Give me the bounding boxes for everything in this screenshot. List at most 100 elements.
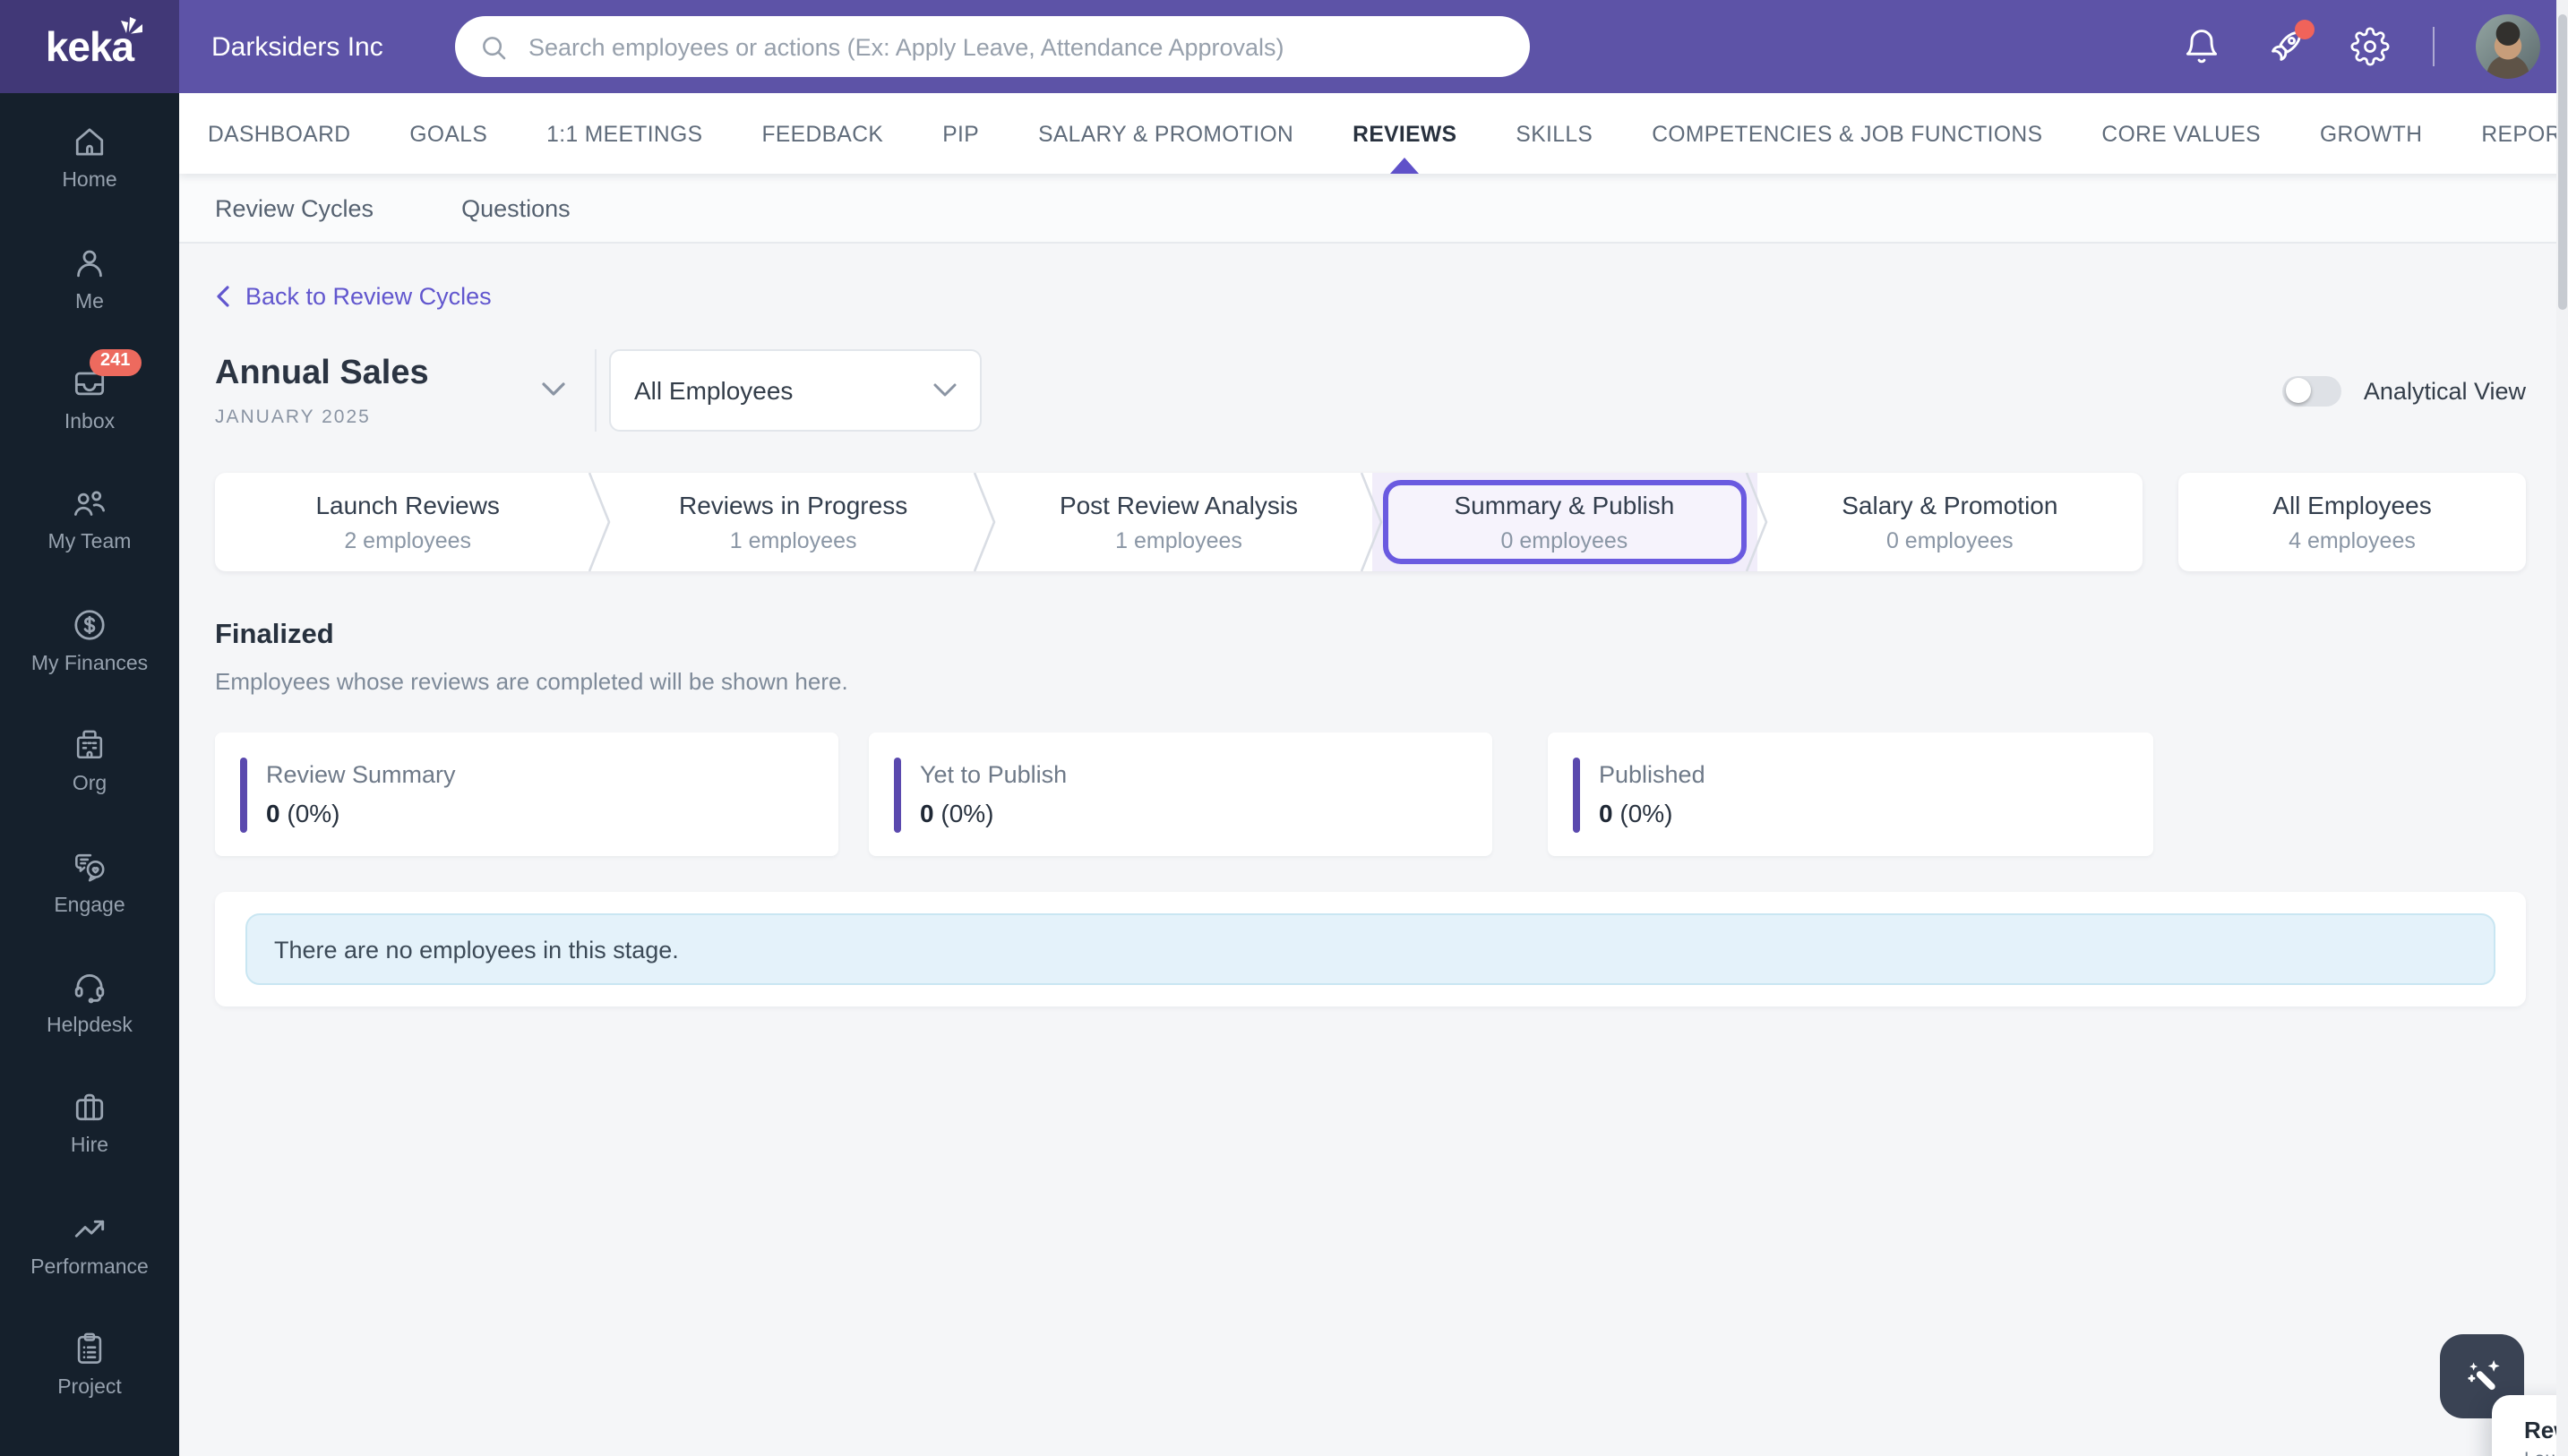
sidebar-item-label: Inbox (64, 411, 116, 433)
cycle-header: Annual Sales JANUARY 2025 All Employees (215, 349, 2526, 432)
step-all-employees[interactable]: All Employees 4 employees (2178, 473, 2526, 571)
sidebar-item-my-finances[interactable]: My Finances (0, 579, 179, 700)
top-bar: keka Darksiders Inc (0, 0, 2568, 93)
cycle-selector[interactable]: Annual Sales JANUARY 2025 (215, 354, 595, 427)
section-description: Employees whose reviews are completed wi… (215, 668, 848, 695)
stat-label: Published (1599, 761, 1705, 788)
sidebar-item-home[interactable]: Home (0, 97, 179, 218)
sidebar-item-performance[interactable]: Performance (0, 1183, 179, 1304)
cycle-name: Annual Sales (215, 354, 429, 391)
global-search[interactable] (455, 16, 1530, 77)
sidebar-item-label: Project (57, 1377, 122, 1400)
analytical-view-label: Analytical View (2363, 377, 2526, 404)
sidebar-item-label: Org (72, 774, 107, 796)
stat-card-published: Published 0 (0%) (1548, 732, 2153, 856)
settings-gear-icon[interactable] (2348, 25, 2391, 68)
step-title: Summary & Publish (1454, 491, 1675, 519)
user-avatar[interactable] (2475, 14, 2539, 79)
chat-icon (70, 846, 109, 886)
tab-1-1-meetings[interactable]: 1:1 MEETINGS (546, 93, 702, 174)
tab-goals[interactable]: GOALS (409, 93, 487, 174)
stat-card-yet-to-publish: Yet to Publish 0 (0%) (869, 732, 1492, 856)
step-count: 2 employees (344, 528, 472, 553)
magic-wand-icon (2467, 1358, 2499, 1390)
headset-icon (70, 967, 109, 1006)
tab-feedback[interactable]: FEEDBACK (761, 93, 883, 174)
sidebar-item-org[interactable]: Org (0, 700, 179, 821)
step-title: Post Review Analysis (1059, 491, 1299, 519)
sidebar-item-inbox[interactable]: 241 Inbox (0, 338, 179, 459)
step-salary-and-promotion[interactable]: Salary & Promotion 0 employees (1757, 473, 2143, 571)
company-name: Darksiders Inc (211, 31, 383, 62)
dollar-circle-icon (70, 605, 109, 645)
user-icon (70, 243, 109, 282)
main-area: DASHBOARD GOALS 1:1 MEETINGS FEEDBACK PI… (179, 93, 2568, 1456)
tab-skills[interactable]: SKILLS (1516, 93, 1593, 174)
active-tab-indicator (1390, 158, 1420, 174)
sidebar-item-label: Helpdesk (47, 1015, 133, 1037)
stat-value: 0 (0%) (266, 799, 340, 827)
step-title: Salary & Promotion (1842, 491, 2058, 519)
empty-stage-alert: There are no employees in this stage. (245, 913, 2495, 985)
sidebar-item-project[interactable]: Project (0, 1304, 179, 1425)
employee-filter-value: All Employees (634, 376, 794, 405)
subtab-questions[interactable]: Questions (461, 194, 571, 221)
step-count: 0 employees (1500, 528, 1628, 553)
keka-logo[interactable]: keka (0, 0, 179, 93)
tab-competencies-job-functions[interactable]: COMPETENCIES & JOB FUNCTIONS (1652, 93, 2042, 174)
analytical-view-control: Analytical View (2282, 375, 2526, 406)
sidebar-item-engage[interactable]: Engage (0, 821, 179, 942)
stat-value: 0 (0%) (1599, 799, 1673, 827)
whats-new-rocket-icon[interactable] (2263, 20, 2314, 68)
inbox-icon: 241 (70, 348, 142, 403)
back-to-review-cycles-link[interactable]: Back to Review Cycles (215, 283, 492, 310)
trend-icon (70, 1208, 109, 1247)
employee-list-card: There are no employees in this stage. (215, 892, 2526, 1006)
sidebar-item-label: Home (62, 170, 117, 193)
tab-reviews[interactable]: REVIEWS (1353, 93, 1456, 174)
tab-salary-promotion[interactable]: SALARY & PROMOTION (1038, 93, 1293, 174)
sidebar-item-my-team[interactable]: My Team (0, 458, 179, 579)
tab-growth[interactable]: GROWTH (2320, 93, 2422, 174)
sidebar-item-me[interactable]: Me (0, 218, 179, 338)
step-post-review-analysis[interactable]: Post Review Analysis 1 employees (986, 473, 1371, 571)
briefcase-icon (70, 1088, 109, 1127)
step-count: 1 employees (729, 528, 857, 553)
cycle-period: JANUARY 2025 (215, 406, 371, 427)
summary-stats: Review Summary 0 (0%) Yet to Publish 0 (… (215, 732, 2526, 856)
module-tabs: DASHBOARD GOALS 1:1 MEETINGS FEEDBACK PI… (179, 93, 2568, 174)
tab-pip[interactable]: PIP (942, 93, 979, 174)
sidebar-item-partial[interactable] (0, 1425, 179, 1456)
stat-card-review-summary: Review Summary 0 (0%) (215, 732, 838, 856)
sidebar-item-hire[interactable]: Hire (0, 1062, 179, 1183)
tab-dashboard[interactable]: DASHBOARD (208, 93, 350, 174)
stat-accent-bar (1573, 757, 1579, 832)
search-input[interactable] (525, 31, 1507, 62)
sidebar-item-helpdesk[interactable]: Helpdesk (0, 941, 179, 1062)
step-reviews-in-progress[interactable]: Reviews in Progress 1 employees (600, 473, 985, 571)
chevron-down-icon[interactable] (541, 381, 566, 397)
back-link-label: Back to Review Cycles (245, 283, 492, 310)
sidebar-item-label: Performance (30, 1256, 149, 1279)
sidebar-item-label: My Team (47, 532, 132, 554)
scrollbar-track[interactable] (2555, 0, 2568, 1456)
stat-value: 0 (0%) (920, 799, 994, 827)
analytical-view-toggle[interactable] (2282, 375, 2342, 406)
topbar-actions (2179, 0, 2539, 93)
rocket-notification-dot (2294, 20, 2314, 39)
scrollbar-thumb[interactable] (2557, 14, 2566, 310)
stat-accent-bar (894, 757, 900, 832)
sidebar-item-label: Hire (70, 1135, 109, 1158)
step-launch-reviews[interactable]: Launch Reviews 2 employees (215, 473, 600, 571)
page-content: Back to Review Cycles Annual Sales JANUA… (179, 244, 2568, 1006)
subtab-review-cycles[interactable]: Review Cycles (215, 194, 374, 221)
employee-filter-select[interactable]: All Employees (609, 349, 982, 432)
sidebar-nav: Home Me 241 Inbox My Team My Finances Or… (0, 93, 179, 1456)
stepper-card: Launch Reviews 2 employees Reviews in Pr… (215, 473, 2143, 571)
step-count: 1 employees (1115, 528, 1242, 553)
notifications-bell-icon[interactable] (2179, 25, 2222, 68)
tab-core-values[interactable]: CORE VALUES (2101, 93, 2261, 174)
step-summary-and-publish-selected[interactable]: Summary & Publish 0 employees (1371, 473, 1757, 571)
step-title: Launch Reviews (315, 491, 500, 519)
clipboard-icon (70, 1329, 109, 1368)
